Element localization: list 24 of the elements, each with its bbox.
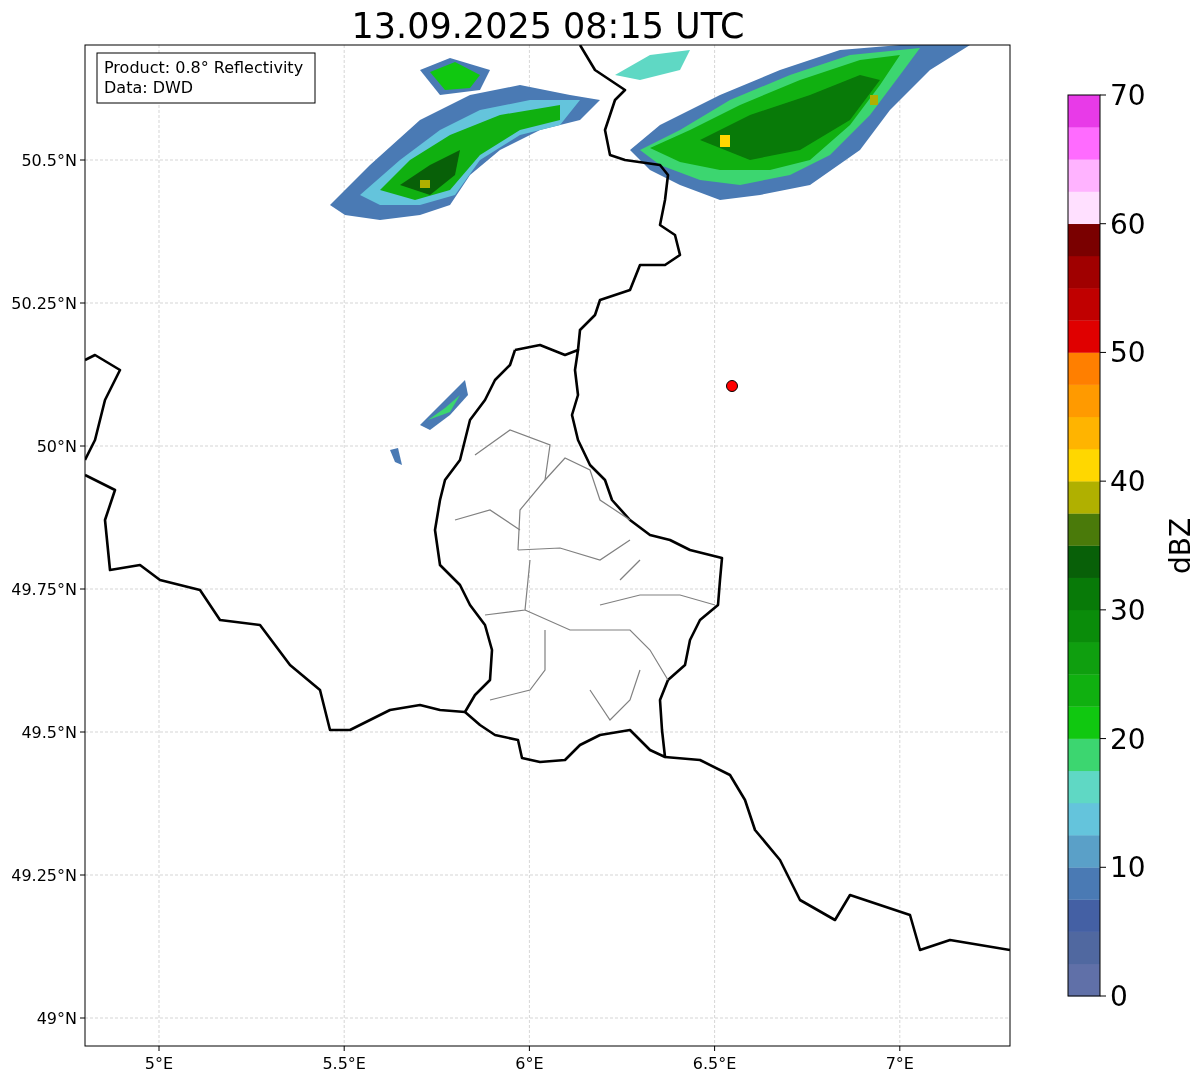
axis-tick-label: 49.25°N <box>11 866 77 885</box>
axis-tick-label: 49.75°N <box>11 580 77 599</box>
colorbar-tick-label: 10 <box>1110 851 1146 885</box>
axis-tick-label: 5.5°E <box>322 1054 366 1073</box>
axis-tick-label: 49°N <box>36 1009 77 1028</box>
colorbar-label: dBZ <box>1164 517 1197 575</box>
axis-tick-label: 50°N <box>36 437 77 456</box>
chart-title: 13.09.2025 08:15 UTC <box>351 6 745 46</box>
colorbar-tick-label: 50 <box>1110 336 1146 370</box>
colorbar-tick-label: 0 <box>1110 980 1128 1013</box>
axis-tick-label: 50.25°N <box>11 294 77 313</box>
info-text: Product: 0.8° Reflectivity <box>104 58 304 77</box>
colorbar-tick-label: 20 <box>1110 722 1146 756</box>
colorbar-tick-label: 30 <box>1110 593 1146 627</box>
axis-tick-label: 7°E <box>885 1054 914 1073</box>
axis-tick-label: 50.5°N <box>21 151 77 170</box>
colorbar-tick-label: 40 <box>1110 465 1146 499</box>
axis-tick-label: 6°E <box>515 1054 544 1073</box>
axis-tick-label: 49.5°N <box>21 723 77 742</box>
colorbar-tick-label: 70 <box>1110 79 1146 112</box>
axis-tick-label: 6.5°E <box>692 1054 737 1073</box>
colorbar-tick-label: 60 <box>1110 207 1146 241</box>
info-text: Data: DWD <box>104 78 194 97</box>
axis-tick-label: 5°E <box>144 1054 174 1073</box>
